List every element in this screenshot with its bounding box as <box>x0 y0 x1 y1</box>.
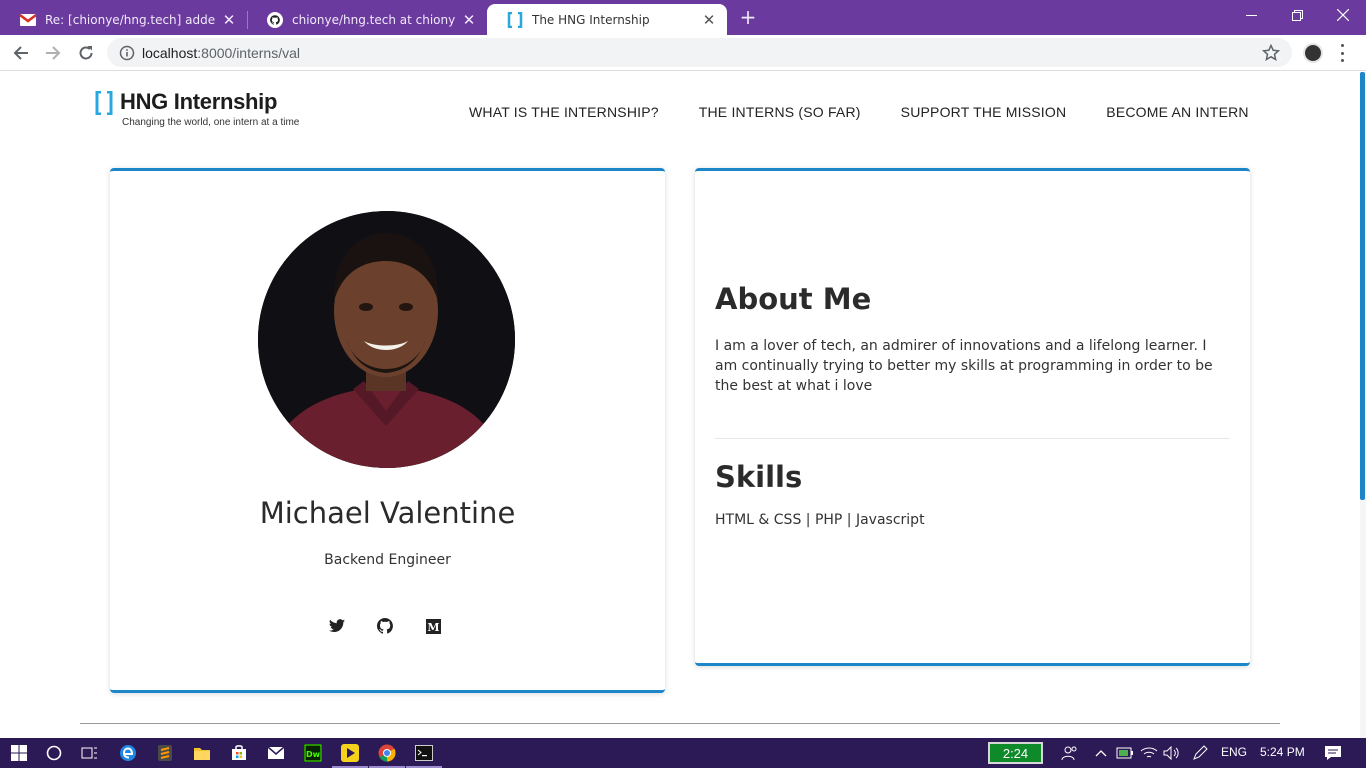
back-button[interactable] <box>8 40 34 66</box>
tab-strip: Re: [chionye/hng.tech] added a n ✕ chion… <box>0 0 1366 35</box>
volume-icon[interactable] <box>1161 742 1183 764</box>
main-nav: WHAT IS THE INTERNSHIP? THE INTERNS (SO … <box>469 104 1249 120</box>
url-path: :8000/interns/val <box>197 44 300 61</box>
nav-the-interns[interactable]: THE INTERNS (SO FAR) <box>699 104 861 120</box>
hng-bracket-icon <box>95 91 113 115</box>
battery-timer[interactable]: 2:24 <box>988 742 1043 764</box>
wifi-icon[interactable] <box>1138 742 1160 764</box>
chrome-icon[interactable] <box>369 742 405 768</box>
close-tab-icon[interactable]: ✕ <box>221 11 237 29</box>
hng-icon <box>507 11 523 28</box>
profile-role: Backend Engineer <box>324 552 451 568</box>
social-links: M <box>329 618 441 634</box>
close-window-button[interactable] <box>1320 0 1366 30</box>
profile-name: Michael Valentine <box>259 496 516 530</box>
skills-heading: Skills <box>715 460 803 494</box>
profile-avatar[interactable] <box>1303 43 1323 63</box>
address-bar[interactable]: localhost:8000/interns/val <box>107 38 1292 67</box>
about-heading: About Me <box>715 282 872 316</box>
sublime-text-icon[interactable] <box>154 742 176 764</box>
chevron-up-icon[interactable] <box>1090 742 1112 764</box>
browser-menu-icon[interactable] <box>1338 44 1346 62</box>
media-player-icon[interactable] <box>332 742 368 768</box>
file-explorer-icon[interactable] <box>191 742 213 764</box>
logo-brand: HNG Internship <box>120 89 278 114</box>
minimize-button[interactable] <box>1228 0 1274 30</box>
search-circle-icon[interactable] <box>43 742 65 764</box>
scrollbar-thumb[interactable] <box>1360 72 1365 500</box>
mail-icon[interactable] <box>265 742 287 764</box>
info-icon[interactable] <box>119 45 135 61</box>
reload-button[interactable] <box>73 40 99 66</box>
about-card: About Me I am a lover of tech, an admire… <box>695 168 1250 666</box>
windows-start-icon[interactable] <box>8 742 30 764</box>
dreamweaver-icon[interactable]: Dw <box>302 742 324 764</box>
store-icon[interactable] <box>228 742 250 764</box>
power-icon[interactable] <box>1114 742 1136 764</box>
forward-button[interactable] <box>40 40 66 66</box>
gmail-icon <box>20 12 36 28</box>
windows-taskbar: Dw 2:24 ENG 5:24 PM <box>0 738 1366 768</box>
tab-gmail[interactable]: Re: [chionye/hng.tech] added a n ✕ <box>0 4 247 35</box>
language-indicator[interactable]: ENG <box>1221 745 1247 759</box>
new-tab-button[interactable]: + <box>738 7 758 27</box>
logo-tagline: Changing the world, one intern at a time <box>122 117 300 128</box>
command-prompt-icon[interactable] <box>406 742 442 768</box>
restore-button[interactable] <box>1274 0 1320 30</box>
forward-arrow-icon <box>46 46 61 60</box>
bookmark-star-icon[interactable] <box>1261 43 1281 62</box>
reload-icon <box>79 46 93 60</box>
people-icon[interactable] <box>1059 742 1081 764</box>
skills-text: HTML & CSS | PHP | Javascript <box>715 512 925 528</box>
page-content: HNG Internship Changing the world, one i… <box>0 72 1360 738</box>
browser-toolbar: localhost:8000/interns/val <box>0 35 1366 71</box>
clock[interactable]: 5:24 PM <box>1260 745 1305 759</box>
divider <box>715 438 1230 439</box>
github-icon <box>267 11 283 28</box>
pen-icon[interactable] <box>1189 742 1211 764</box>
about-text: I am a lover of tech, an admirer of inno… <box>715 338 1213 394</box>
svg-text:Dw: Dw <box>306 750 321 759</box>
profile-photo <box>258 211 515 468</box>
svg-text:M: M <box>427 621 439 634</box>
close-tab-icon[interactable]: ✕ <box>701 11 717 29</box>
medium-icon[interactable]: M <box>425 618 441 634</box>
profile-card: Michael Valentine Backend Engineer M <box>110 168 665 693</box>
task-view-icon[interactable] <box>79 742 101 764</box>
notifications-icon[interactable] <box>1322 742 1344 764</box>
back-arrow-icon <box>13 46 28 60</box>
nav-become-an-intern[interactable]: BECOME AN INTERN <box>1106 104 1248 120</box>
twitter-icon[interactable] <box>329 618 345 634</box>
github-icon[interactable] <box>377 618 393 634</box>
close-tab-icon[interactable]: ✕ <box>461 11 477 29</box>
nav-what-is-the-internship[interactable]: WHAT IS THE INTERNSHIP? <box>469 104 659 120</box>
footer-divider <box>80 723 1280 724</box>
url-host: localhost <box>142 44 198 61</box>
tab-hng-internship[interactable]: The HNG Internship ✕ <box>487 4 727 35</box>
edge-icon[interactable] <box>117 742 139 764</box>
tab-github[interactable]: chionye/hng.tech at chionye-pat ✕ <box>247 4 487 35</box>
nav-support-the-mission[interactable]: SUPPORT THE MISSION <box>901 104 1067 120</box>
